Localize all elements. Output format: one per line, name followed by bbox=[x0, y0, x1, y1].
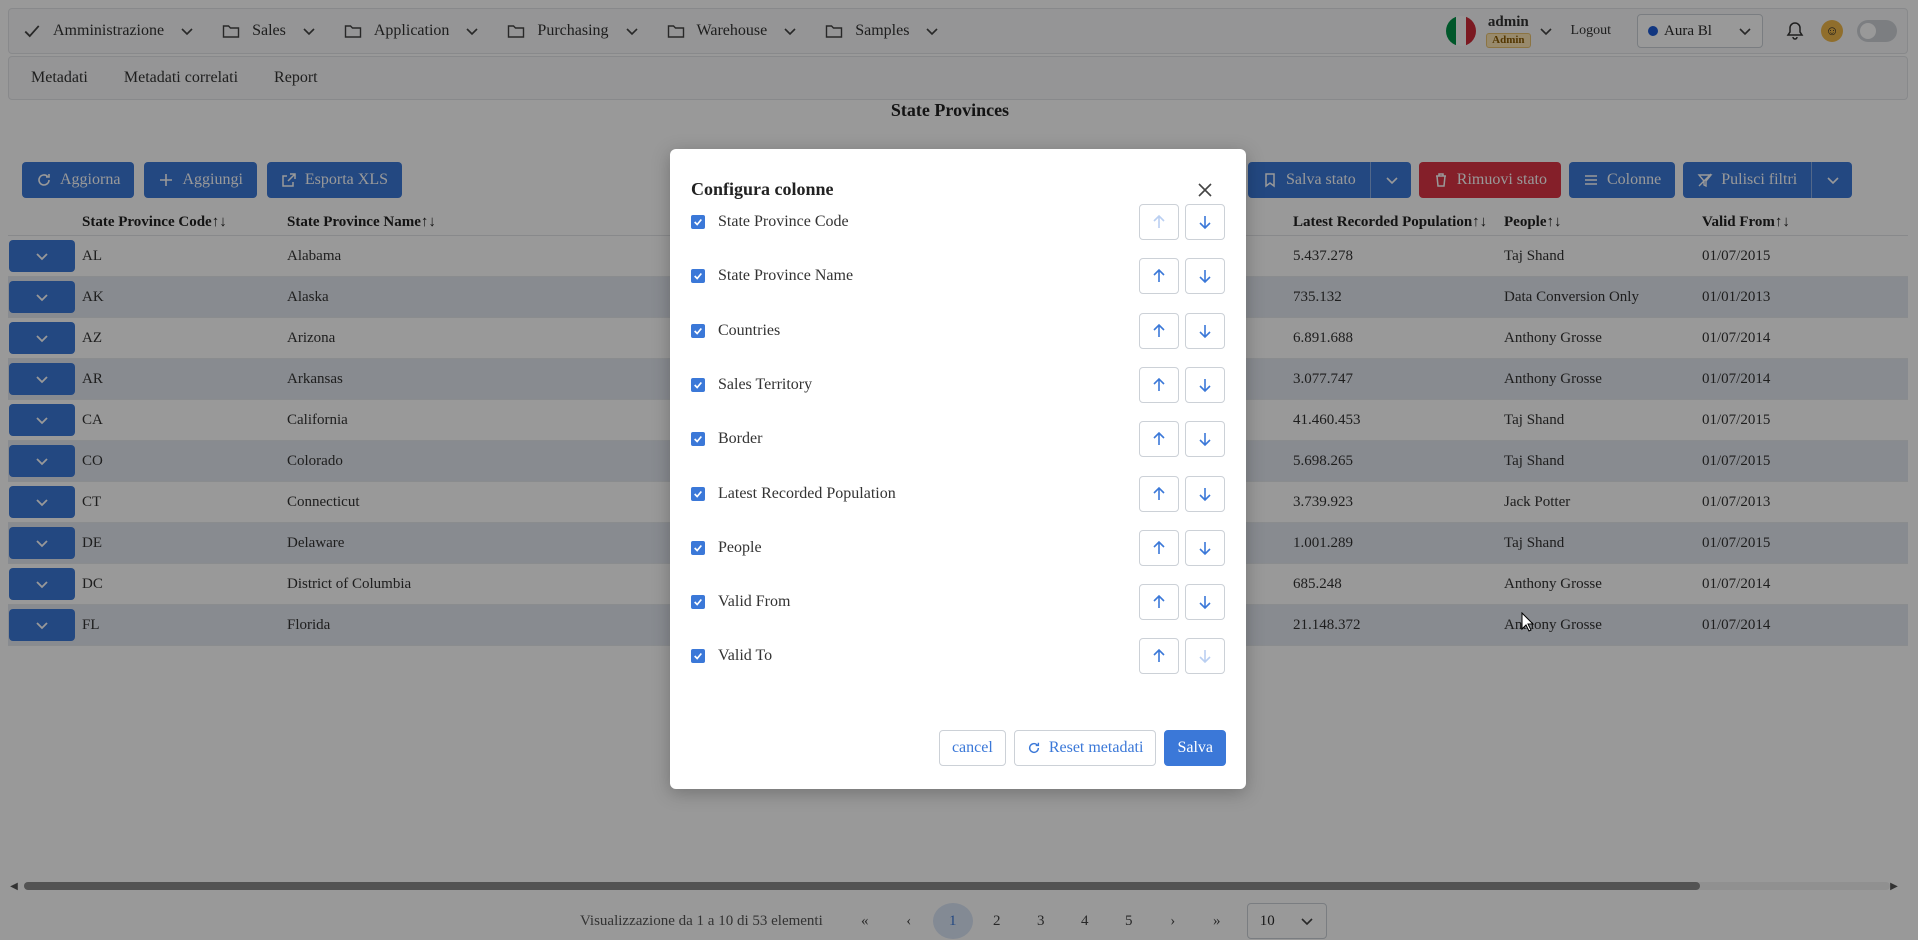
arrow-up-icon bbox=[1151, 323, 1167, 339]
check-icon bbox=[694, 218, 702, 226]
arrow-up-icon bbox=[1151, 594, 1167, 610]
column-config-row: Latest Recorded Population bbox=[691, 474, 1226, 514]
move-down-button[interactable] bbox=[1185, 529, 1225, 566]
move-up-button[interactable] bbox=[1139, 638, 1179, 675]
move-up-button[interactable] bbox=[1139, 366, 1179, 403]
check-icon bbox=[694, 490, 702, 498]
column-label: Countries bbox=[718, 321, 781, 339]
column-config-row: Valid To bbox=[691, 636, 1226, 676]
save-button[interactable]: Salva bbox=[1164, 730, 1226, 766]
move-down-button[interactable] bbox=[1185, 475, 1225, 512]
move-up-button[interactable] bbox=[1139, 258, 1179, 295]
arrow-up-icon bbox=[1151, 431, 1167, 447]
move-down-button[interactable] bbox=[1185, 584, 1225, 621]
check-icon bbox=[694, 544, 702, 552]
column-label: People bbox=[718, 538, 762, 556]
column-visible-checkbox[interactable] bbox=[691, 215, 705, 229]
column-config-row: Valid From bbox=[691, 582, 1226, 622]
check-icon bbox=[694, 653, 702, 661]
column-visible-checkbox[interactable] bbox=[691, 486, 705, 501]
arrow-up-icon bbox=[1151, 540, 1167, 556]
column-config-row: People bbox=[691, 528, 1226, 568]
column-config-row: Sales Territory bbox=[691, 365, 1226, 405]
check-icon bbox=[694, 327, 702, 335]
move-up-button[interactable] bbox=[1139, 312, 1179, 349]
column-label: Latest Recorded Population bbox=[718, 484, 896, 502]
arrow-down-icon bbox=[1197, 377, 1213, 393]
move-up-button[interactable] bbox=[1139, 475, 1179, 512]
close-icon[interactable] bbox=[1194, 179, 1216, 201]
arrow-up-icon bbox=[1151, 268, 1167, 284]
check-icon bbox=[694, 273, 702, 281]
refresh-icon bbox=[1027, 741, 1041, 755]
arrow-up-icon bbox=[1151, 214, 1167, 230]
arrow-up-icon bbox=[1151, 486, 1167, 502]
check-icon bbox=[694, 381, 702, 389]
dialog-title: Configura colonne bbox=[691, 179, 834, 199]
column-label: State Province Name bbox=[718, 267, 854, 285]
check-icon bbox=[694, 436, 702, 443]
reset-metadata-button[interactable]: Reset metadati bbox=[1013, 730, 1157, 766]
move-down-button[interactable] bbox=[1185, 204, 1225, 240]
check-icon bbox=[694, 599, 702, 606]
arrow-down-icon bbox=[1197, 268, 1213, 284]
reset-label: Reset metadati bbox=[1048, 739, 1144, 756]
column-config-row: Border bbox=[691, 419, 1226, 459]
cancel-button[interactable]: cancel bbox=[938, 730, 1006, 766]
column-visible-checkbox[interactable] bbox=[691, 323, 705, 338]
column-label: State Province Code bbox=[718, 213, 849, 230]
cancel-label: cancel bbox=[951, 739, 993, 756]
column-visible-checkbox[interactable] bbox=[691, 377, 705, 392]
arrow-down-icon bbox=[1197, 594, 1213, 610]
configure-columns-dialog: Configura colonne State Province Code Sta… bbox=[670, 149, 1246, 789]
arrow-down-icon bbox=[1197, 431, 1213, 447]
arrow-down-icon bbox=[1197, 486, 1213, 502]
column-label: Border bbox=[718, 430, 763, 448]
save-label: Salva bbox=[1177, 739, 1213, 756]
move-down-button[interactable] bbox=[1185, 258, 1225, 295]
move-up-button[interactable] bbox=[1139, 421, 1179, 458]
move-down-button[interactable] bbox=[1185, 638, 1225, 675]
move-up-button[interactable] bbox=[1139, 584, 1179, 621]
column-label: Valid To bbox=[718, 647, 773, 665]
column-visible-checkbox[interactable] bbox=[691, 432, 705, 447]
column-visible-checkbox[interactable] bbox=[691, 540, 705, 555]
column-visible-checkbox[interactable] bbox=[691, 649, 705, 664]
column-visible-checkbox[interactable] bbox=[691, 269, 705, 284]
arrow-down-icon bbox=[1197, 648, 1213, 664]
arrow-up-icon bbox=[1151, 648, 1167, 664]
column-config-row: State Province Name bbox=[691, 256, 1226, 296]
arrow-down-icon bbox=[1197, 323, 1213, 339]
move-down-button[interactable] bbox=[1185, 312, 1225, 349]
dialog-footer: cancel Reset metadati Salva bbox=[938, 730, 1226, 766]
arrow-down-icon bbox=[1197, 540, 1213, 556]
column-config-row: State Province Code bbox=[691, 202, 1226, 242]
arrow-up-icon bbox=[1151, 377, 1167, 393]
column-label: Valid From bbox=[718, 593, 791, 611]
column-label: Sales Territory bbox=[718, 375, 813, 393]
column-visible-checkbox[interactable] bbox=[691, 595, 705, 610]
column-config-row: Countries bbox=[691, 311, 1226, 351]
arrow-down-icon bbox=[1197, 214, 1213, 230]
move-down-button[interactable] bbox=[1185, 366, 1225, 403]
move-up-button[interactable] bbox=[1139, 204, 1179, 240]
mouse-cursor-icon bbox=[1521, 612, 1535, 632]
move-up-button[interactable] bbox=[1139, 529, 1179, 566]
move-down-button[interactable] bbox=[1185, 421, 1225, 458]
